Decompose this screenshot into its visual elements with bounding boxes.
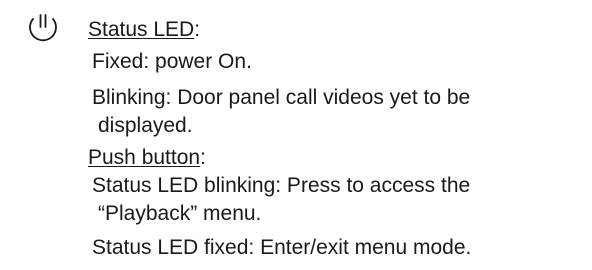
power-button-icon	[23, 12, 63, 46]
push-button-blinking-line-2: “Playback” menu.	[98, 202, 262, 225]
status-led-heading-colon: :	[194, 18, 201, 41]
push-button-fixed-text: Status LED fixed: Enter/exit menu mode.	[92, 236, 472, 259]
status-led-heading-label: Status LED	[88, 18, 195, 41]
status-led-blinking-line-1: Blinking: Door panel call videos yet to …	[92, 86, 471, 109]
push-button-blinking-line-1: Status LED blinking: Press to access the	[92, 174, 471, 197]
push-button-heading: Push button:	[88, 146, 206, 170]
status-led-fixed-text: Fixed: power On.	[92, 50, 252, 73]
status-led-heading: Status LED:	[88, 18, 200, 42]
push-button-heading-colon: :	[200, 146, 206, 169]
status-led-blinking-line-2: displayed.	[98, 114, 193, 137]
push-button-heading-label: Push button	[88, 146, 201, 169]
